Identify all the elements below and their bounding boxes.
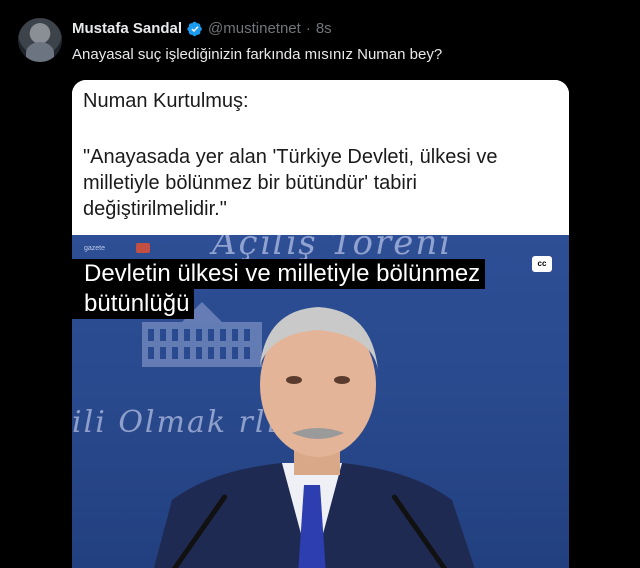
verified-badge-icon bbox=[187, 21, 202, 37]
tweet-header: Mustafa Sandal @mustinetnet · 8s bbox=[72, 19, 332, 39]
separator-dot: · bbox=[305, 20, 311, 37]
author-handle[interactable]: @mustinetnet bbox=[208, 19, 301, 39]
tweet-media[interactable]: Numan Kurtulmuş: "Anayasada yer alan 'Tü… bbox=[72, 80, 569, 568]
channel-tag: gazete bbox=[84, 245, 106, 252]
timestamp[interactable]: 8s bbox=[316, 19, 332, 39]
cc-icon[interactable]: cc bbox=[532, 256, 552, 272]
tweet-text: Anayasal suç işlediğinizin farkında mısı… bbox=[72, 46, 443, 63]
author-name[interactable]: Mustafa Sandal bbox=[72, 19, 182, 39]
channel-logo bbox=[136, 243, 150, 253]
caption-line-2: bütünlüğü bbox=[72, 289, 195, 319]
quote-text: "Anayasada yer alan 'Türkiye Devleti, ül… bbox=[83, 146, 498, 220]
quote-card: Numan Kurtulmuş: "Anayasada yer alan 'Tü… bbox=[72, 80, 569, 235]
video-frame[interactable]: Açılış Töreni ili Olmak rlıktır. gazete bbox=[72, 235, 569, 568]
video-captions: Devletin ülkesi ve milletiyle bölünmez b… bbox=[72, 259, 486, 319]
caption-line-1: Devletin ülkesi ve milletiyle bölünmez bbox=[72, 259, 486, 289]
speaker-figure bbox=[153, 307, 475, 568]
quote-author: Numan Kurtulmuş: bbox=[83, 90, 249, 112]
avatar[interactable] bbox=[18, 18, 62, 62]
